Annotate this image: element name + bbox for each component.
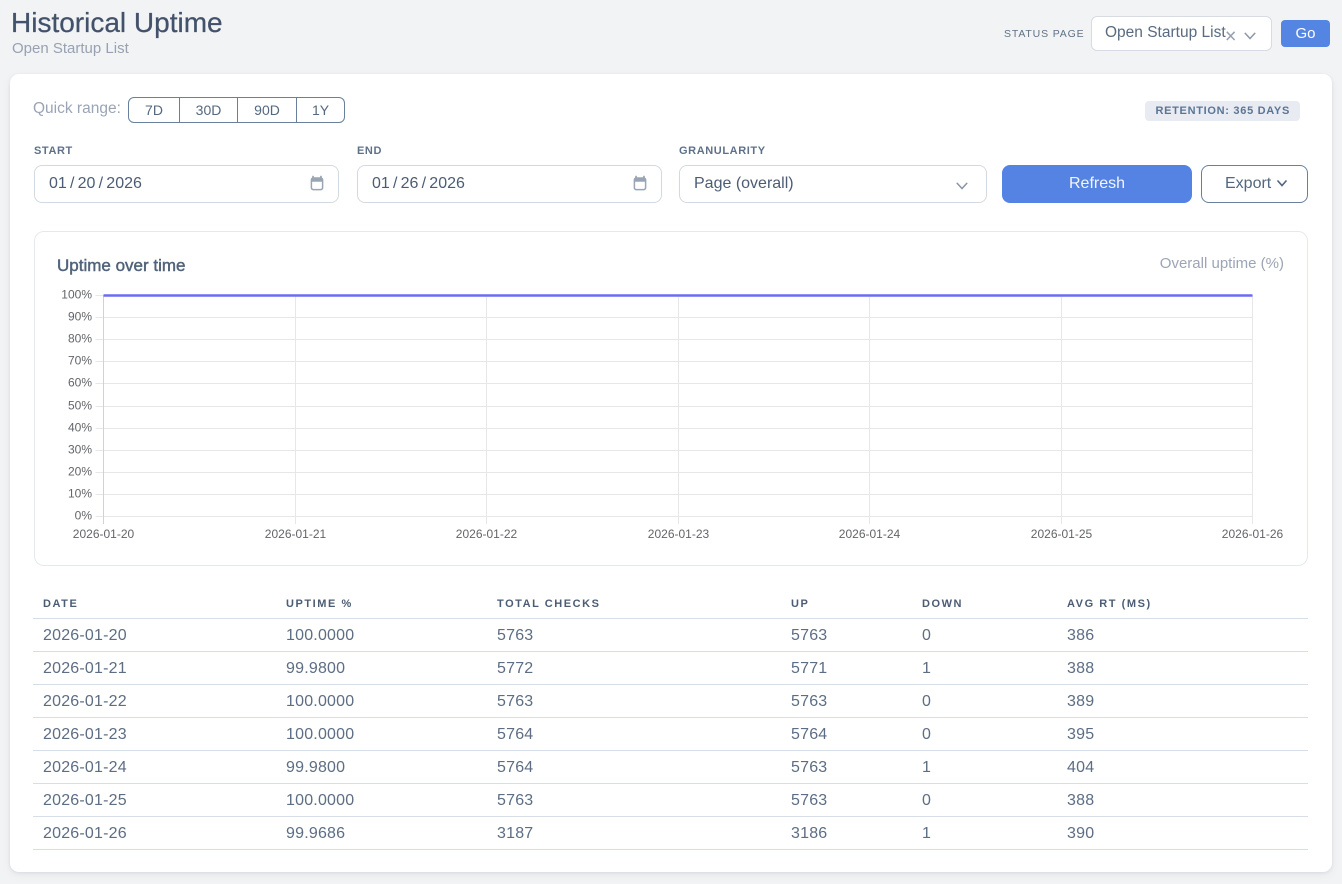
svg-text:80%: 80% [68,332,92,346]
svg-text:100%: 100% [61,288,92,302]
svg-text:50%: 50% [68,399,92,413]
svg-text:70%: 70% [68,354,92,368]
svg-text:2026-01-24: 2026-01-24 [839,527,901,541]
svg-text:10%: 10% [68,487,92,501]
svg-text:90%: 90% [68,310,92,324]
svg-text:30%: 30% [68,443,92,457]
svg-text:60%: 60% [68,376,92,390]
svg-text:2026-01-23: 2026-01-23 [648,527,710,541]
svg-text:2026-01-26: 2026-01-26 [1222,527,1284,541]
svg-text:0%: 0% [75,509,93,523]
svg-text:2026-01-25: 2026-01-25 [1031,527,1093,541]
svg-text:2026-01-20: 2026-01-20 [73,527,135,541]
svg-text:40%: 40% [68,421,92,435]
svg-text:20%: 20% [68,465,92,479]
svg-text:2026-01-22: 2026-01-22 [456,527,518,541]
svg-text:2026-01-21: 2026-01-21 [265,527,327,541]
